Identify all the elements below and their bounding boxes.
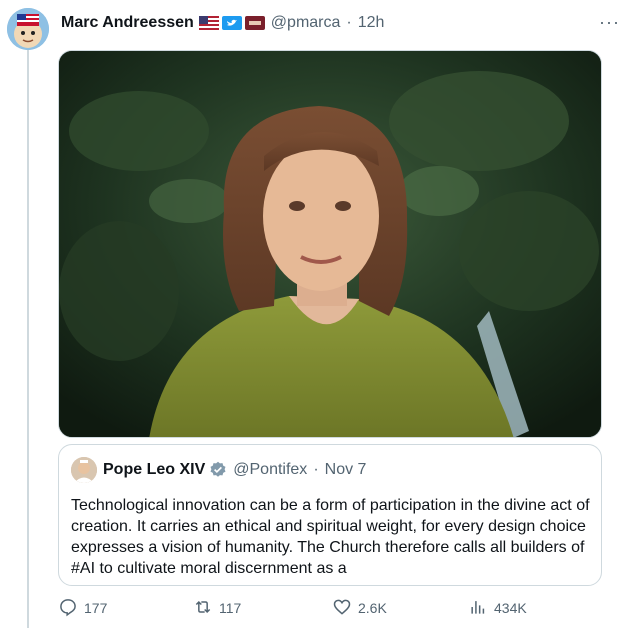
- author-badges: [198, 16, 265, 30]
- reply-icon: [58, 597, 78, 620]
- us-flag-icon: [198, 16, 219, 30]
- author-handle[interactable]: @pmarca: [271, 14, 341, 32]
- quoted-tweet-text: Technological innovation can be a form o…: [71, 497, 590, 577]
- like-count: 2.6K: [358, 600, 387, 616]
- heart-icon: [332, 597, 352, 620]
- views-icon: [468, 597, 488, 620]
- quoted-date[interactable]: Nov 7: [325, 461, 367, 479]
- reply-button[interactable]: 177: [58, 597, 107, 620]
- author-name[interactable]: Marc Andreessen: [61, 14, 194, 32]
- like-button[interactable]: 2.6K: [332, 597, 387, 620]
- thread-line: [27, 50, 29, 628]
- time-separator: ·: [346, 14, 352, 31]
- post-header: Marc Andreessen @pmarca · 12h ···: [61, 12, 620, 34]
- quoted-separator: ·: [313, 461, 319, 478]
- repost-icon: [193, 597, 213, 620]
- post-time[interactable]: 12h: [358, 14, 385, 32]
- quoted-author-name[interactable]: Pope Leo XIV: [103, 461, 205, 479]
- views-count: 434K: [494, 600, 527, 616]
- twitter-bird-icon: [221, 16, 242, 30]
- views-button[interactable]: 434K: [468, 597, 527, 620]
- quoted-tweet-header: Pope Leo XIV @Pontifex · Nov 7: [71, 457, 589, 483]
- more-options-button[interactable]: ···: [599, 12, 620, 33]
- woman-in-garden-photo: [59, 51, 601, 437]
- action-bar: 177 117 2.6K 434K: [58, 596, 602, 620]
- avatar[interactable]: [7, 8, 49, 50]
- reply-count: 177: [84, 600, 108, 616]
- quoted-tweet-card[interactable]: Pope Leo XIV @Pontifex · Nov 7 Technolog…: [58, 444, 602, 586]
- quoted-author-handle[interactable]: @Pontifex: [233, 461, 307, 479]
- post-media-image[interactable]: [58, 50, 602, 438]
- quoted-avatar[interactable]: [71, 457, 97, 483]
- verified-badge-icon: [209, 461, 227, 479]
- a16z-icon: [244, 16, 265, 30]
- repost-count: 117: [219, 600, 242, 616]
- repost-button[interactable]: 117: [193, 597, 241, 620]
